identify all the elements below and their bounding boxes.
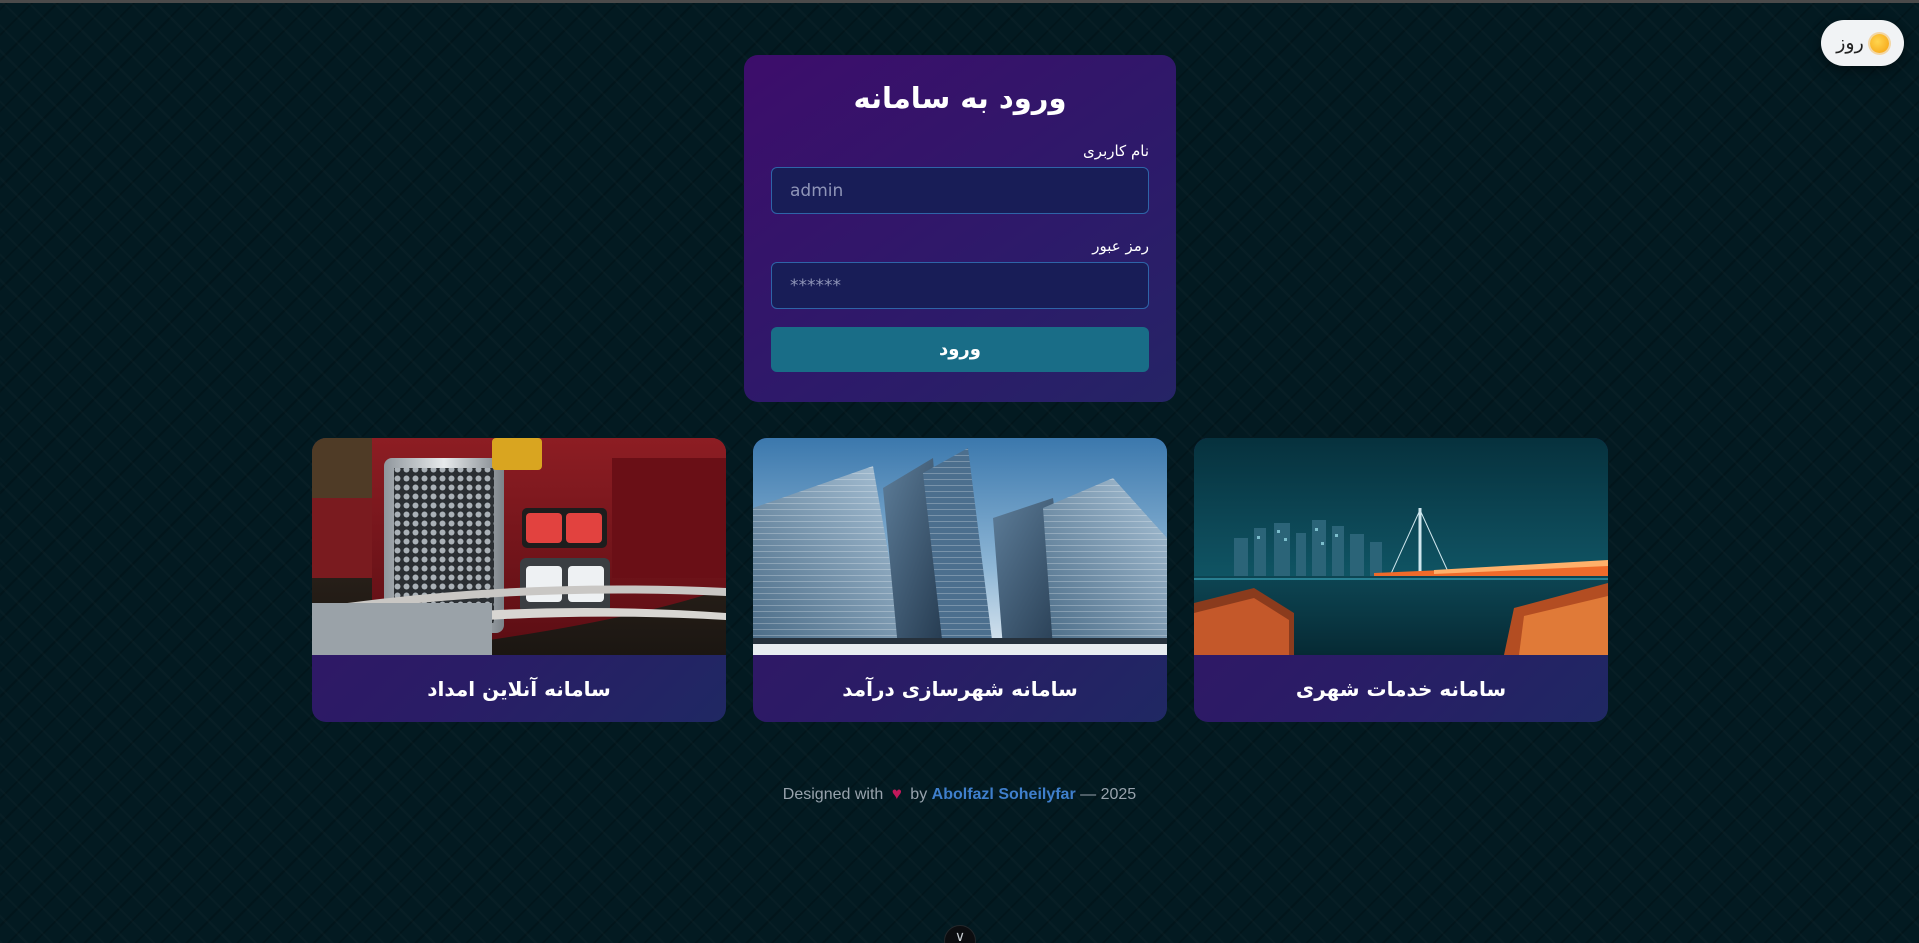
- heart-icon: ♥: [891, 784, 902, 803]
- theme-toggle-label: روز: [1836, 32, 1864, 54]
- service-card-emergency[interactable]: سامانه آنلاین امداد: [312, 438, 726, 722]
- author-link[interactable]: Abolfazl Soheilyfar: [932, 786, 1076, 803]
- password-label: رمز عبور: [1092, 237, 1149, 255]
- service-card-title: سامانه شهرسازی درآمد: [842, 676, 1078, 701]
- service-card-urban-revenue[interactable]: سامانه شهرسازی درآمد: [753, 438, 1167, 722]
- city-night-bridge-photo: [1194, 438, 1608, 655]
- service-card-title: سامانه خدمات شهری: [1295, 676, 1507, 701]
- login-card: ورود به سامانه نام کاربری رمز عبور ورود: [744, 55, 1176, 402]
- skyscrapers-photo: [753, 438, 1167, 655]
- theme-toggle-button[interactable]: روز: [1821, 20, 1904, 66]
- chevron-down-icon[interactable]: ∨: [944, 925, 976, 943]
- footer-year: — 2025: [1080, 786, 1137, 803]
- service-card-title: سامانه آنلاین امداد: [427, 676, 611, 701]
- fire-truck-photo: [312, 438, 726, 655]
- sun-icon: [1869, 33, 1889, 53]
- service-cards: سامانه آنلاین امداد سامانه شهرسازی درآمد…: [312, 438, 1608, 722]
- footer: Designed with ♥ by Abolfazl Soheilyfar —…: [0, 784, 1919, 804]
- username-input[interactable]: [771, 167, 1149, 214]
- username-label: نام کاربری: [1083, 142, 1149, 160]
- service-card-city-services[interactable]: سامانه خدمات شهری: [1194, 438, 1608, 722]
- login-button[interactable]: ورود: [771, 327, 1149, 372]
- footer-prefix: Designed with: [782, 786, 884, 803]
- top-edge-line: [0, 0, 1919, 3]
- login-title: ورود به سامانه: [853, 81, 1067, 115]
- password-input[interactable]: [771, 262, 1149, 309]
- footer-by: by: [910, 786, 928, 803]
